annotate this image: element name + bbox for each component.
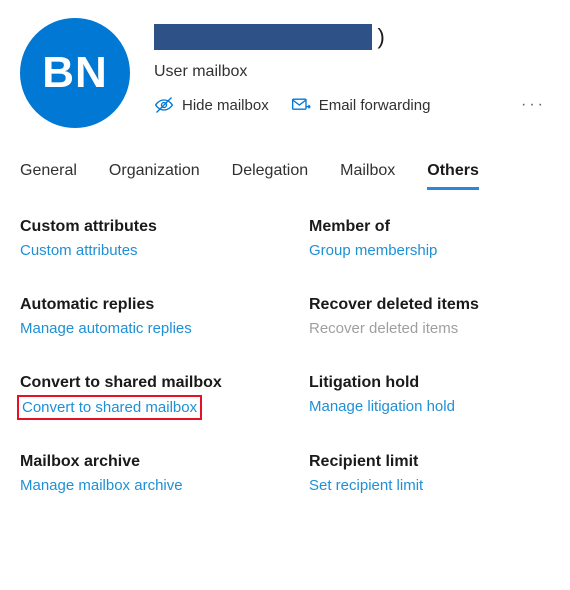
convert-shared-link[interactable]: Convert to shared mailbox xyxy=(20,398,199,417)
manage-mailbox-archive-link[interactable]: Manage mailbox archive xyxy=(20,477,183,494)
custom-attributes-title: Custom attributes xyxy=(20,218,261,236)
hide-mailbox-button[interactable]: Hide mailbox xyxy=(154,95,269,115)
automatic-replies-title: Automatic replies xyxy=(20,296,261,314)
section-mailbox-archive: Mailbox archive Manage mailbox archive xyxy=(20,453,261,495)
section-litigation-hold: Litigation hold Manage litigation hold xyxy=(309,374,550,417)
eye-hide-icon xyxy=(154,95,174,115)
tab-general[interactable]: General xyxy=(20,156,77,188)
mailbox-type-label: User mailbox xyxy=(154,63,550,81)
section-automatic-replies: Automatic replies Manage automatic repli… xyxy=(20,296,261,338)
mailbox-archive-title: Mailbox archive xyxy=(20,453,261,471)
more-actions-button[interactable]: ··· xyxy=(517,96,550,114)
header-right: ) User mailbox Hide mailbox xyxy=(154,18,550,115)
section-custom-attributes: Custom attributes Custom attributes xyxy=(20,218,261,260)
recover-deleted-link: Recover deleted items xyxy=(309,320,458,337)
hide-mailbox-label: Hide mailbox xyxy=(182,97,269,114)
email-forwarding-label: Email forwarding xyxy=(319,97,431,114)
name-suffix: ) xyxy=(377,24,384,49)
group-membership-link[interactable]: Group membership xyxy=(309,242,437,259)
profile-header: BN ) User mailbox Hide mailbox xyxy=(20,18,550,128)
section-recover-deleted: Recover deleted items Recover deleted it… xyxy=(309,296,550,338)
convert-shared-title: Convert to shared mailbox xyxy=(20,374,261,392)
tab-organization[interactable]: Organization xyxy=(109,156,200,188)
tab-delegation[interactable]: Delegation xyxy=(232,156,309,188)
avatar-initials: BN xyxy=(42,48,108,98)
recover-deleted-title: Recover deleted items xyxy=(309,296,550,314)
custom-attributes-link[interactable]: Custom attributes xyxy=(20,242,138,259)
actions-row: Hide mailbox Email forwarding ··· xyxy=(154,95,550,115)
tab-mailbox[interactable]: Mailbox xyxy=(340,156,395,188)
recipient-limit-title: Recipient limit xyxy=(309,453,550,471)
tab-others[interactable]: Others xyxy=(427,156,479,188)
redacted-name xyxy=(154,24,372,50)
manage-litigation-hold-link[interactable]: Manage litigation hold xyxy=(309,398,455,415)
email-forwarding-button[interactable]: Email forwarding xyxy=(291,95,431,115)
set-recipient-limit-link[interactable]: Set recipient limit xyxy=(309,477,423,494)
member-of-title: Member of xyxy=(309,218,550,236)
section-member-of: Member of Group membership xyxy=(309,218,550,260)
settings-grid: Custom attributes Custom attributes Memb… xyxy=(20,218,550,495)
litigation-hold-title: Litigation hold xyxy=(309,374,550,392)
mail-forward-icon xyxy=(291,95,311,115)
section-convert-shared: Convert to shared mailbox Convert to sha… xyxy=(20,374,261,417)
section-recipient-limit: Recipient limit Set recipient limit xyxy=(309,453,550,495)
display-name-row: ) xyxy=(154,24,550,55)
manage-automatic-replies-link[interactable]: Manage automatic replies xyxy=(20,320,192,337)
tabs: General Organization Delegation Mailbox … xyxy=(20,156,550,188)
avatar: BN xyxy=(20,18,130,128)
